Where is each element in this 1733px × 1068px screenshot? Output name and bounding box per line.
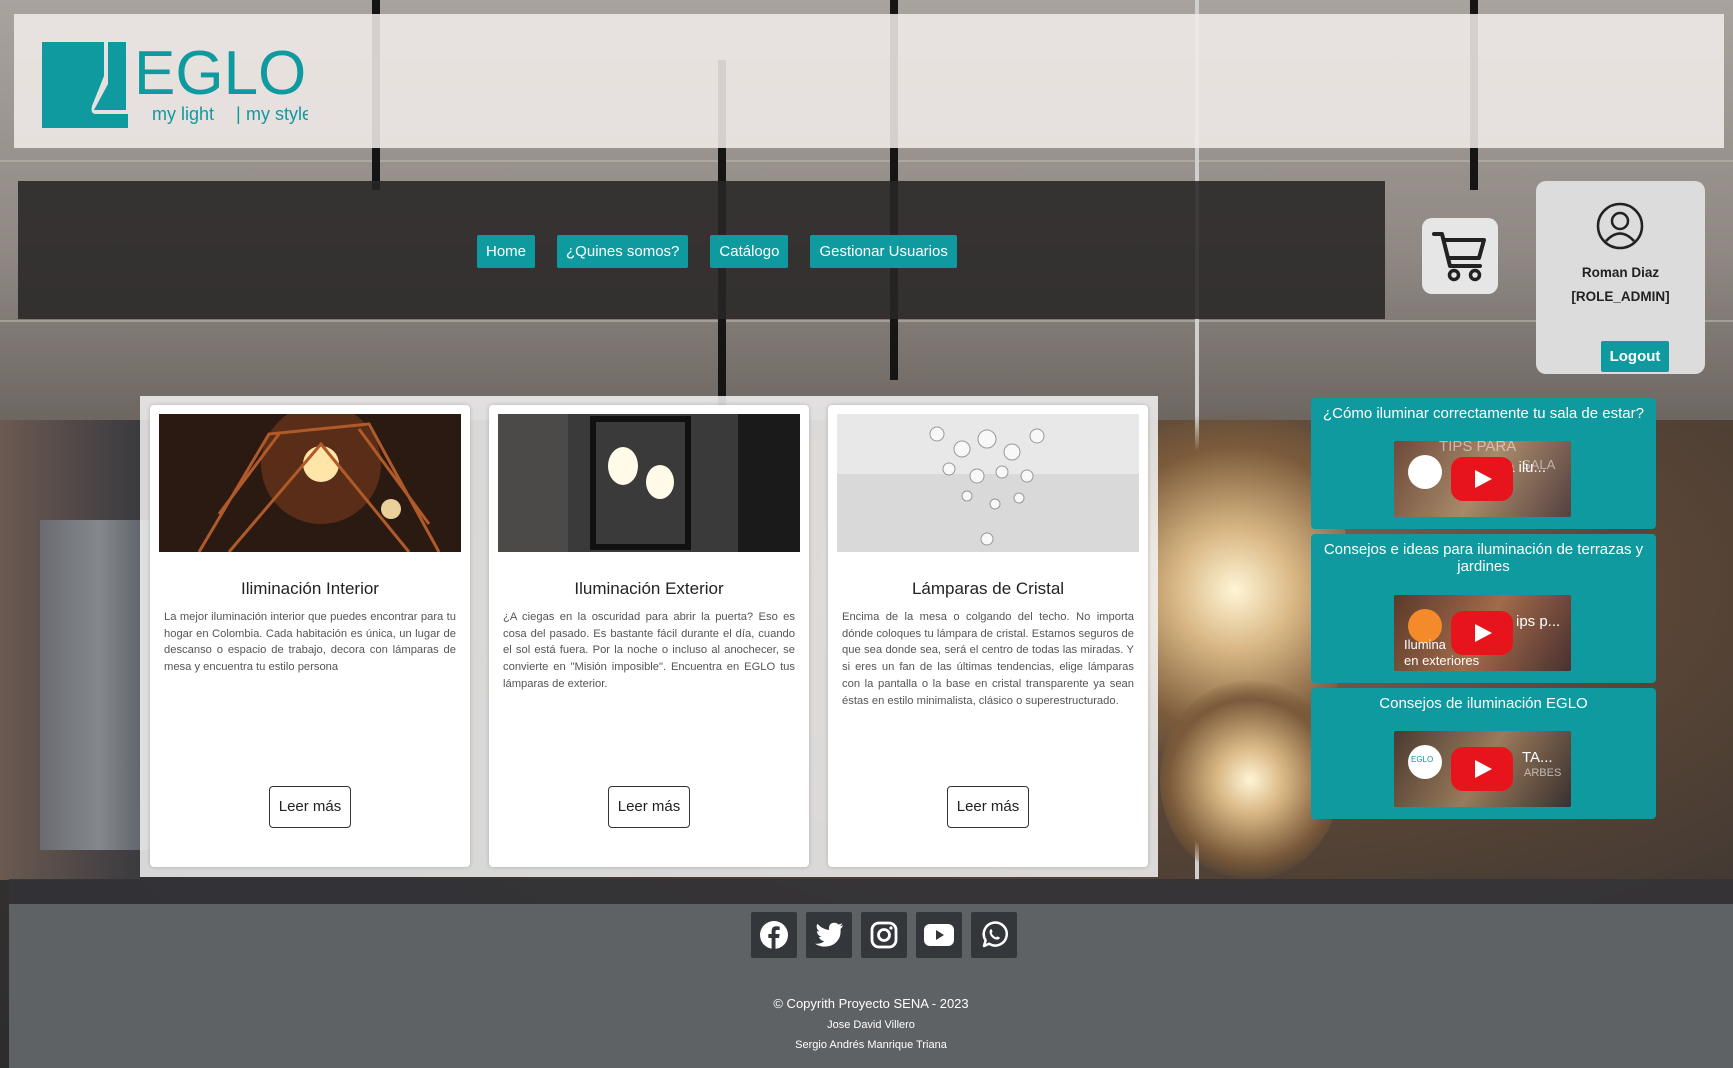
video-box-eglo-tips: Consejos de iluminación EGLO EGLO TA... …	[1311, 688, 1656, 819]
eglo-logo[interactable]: EGLO my light | my style	[38, 28, 312, 128]
read-more-button[interactable]: Leer más	[269, 786, 351, 828]
card-interior: Iliminación Interior La mejor iluminació…	[150, 405, 470, 867]
site-footer: © Copyrith Proyecto SENA - 2023 Jose Dav…	[9, 904, 1733, 1068]
video-title: ¿Cómo iluminar correctamente tu sala de …	[1323, 405, 1644, 422]
youtube-play-icon[interactable]	[1451, 457, 1513, 501]
video-thumbnail[interactable]: ips p... Ilumina en exteriores	[1394, 595, 1571, 671]
card-exterior: Iluminación Exterior ¿A ciegas en la osc…	[489, 405, 809, 867]
card-image-exterior	[498, 414, 800, 552]
social-links	[751, 912, 1017, 958]
logo-tagline-a: my light	[152, 104, 214, 124]
logo-tagline-b: my style	[246, 104, 308, 124]
card-text: Encima de la mesa o colgando del techo. …	[842, 611, 1134, 707]
main-nav: Home ¿Quines somos? Catálogo Gestionar U…	[477, 235, 957, 268]
logo-wordmark: EGLO	[134, 39, 306, 108]
user-avatar-icon	[1596, 202, 1644, 250]
card-crystal: Lámparas de Cristal Encima de la mesa o …	[828, 405, 1148, 867]
logout-button[interactable]: Logout	[1601, 341, 1669, 372]
video-title: Consejos de iluminación EGLO	[1379, 695, 1588, 712]
instagram-icon[interactable]	[861, 912, 907, 958]
youtube-icon[interactable]	[916, 912, 962, 958]
video-box-living-room: ¿Cómo iluminar correctamente tu sala de …	[1311, 398, 1656, 529]
card-title: Iluminación Exterior	[574, 579, 724, 598]
youtube-play-icon[interactable]	[1451, 611, 1513, 655]
card-title: Lámparas de Cristal	[911, 579, 1065, 598]
user-name: Roman Diaz	[1581, 265, 1660, 280]
card-title: Iliminación Interior	[241, 579, 379, 598]
nav-manage-users[interactable]: Gestionar Usuarios	[810, 235, 957, 268]
svg-text:|: |	[236, 104, 241, 124]
video-thumbnail[interactable]: TIPS PARA a ilu... SALA	[1394, 441, 1571, 517]
cart-button[interactable]	[1422, 218, 1498, 294]
author-name: Sergio Andrés Manrique Triana	[795, 1039, 947, 1051]
user-card: Roman Diaz [ROLE_ADMIN] Logout	[1536, 181, 1705, 374]
nav-catalog[interactable]: Catálogo	[710, 235, 789, 268]
video-title: Consejos e ideas para iluminación de ter…	[1323, 541, 1644, 575]
video-box-terraces: Consejos e ideas para iluminación de ter…	[1311, 534, 1656, 683]
card-text: ¿A ciegas en la oscuridad para abrir la …	[503, 611, 795, 690]
read-more-button[interactable]: Leer más	[608, 786, 690, 828]
read-more-button[interactable]: Leer más	[947, 786, 1029, 828]
youtube-play-icon[interactable]	[1451, 747, 1513, 791]
channel-logo-icon	[1408, 455, 1442, 489]
footer-band	[9, 879, 1733, 904]
nav-home[interactable]: Home	[477, 235, 536, 268]
video-thumbnail[interactable]: EGLO TA... ARBES	[1394, 731, 1571, 807]
twitter-icon[interactable]	[806, 912, 852, 958]
nav-about[interactable]: ¿Quines somos?	[557, 235, 689, 268]
card-image-crystal	[837, 414, 1139, 552]
copyright-text: © Copyrith Proyecto SENA - 2023	[773, 996, 969, 1011]
shopping-cart-icon	[1432, 232, 1486, 282]
card-image-interior	[159, 414, 461, 552]
user-role: [ROLE_ADMIN]	[1571, 289, 1670, 304]
site-header: EGLO my light | my style	[14, 14, 1724, 148]
author-name: Jose David Villero	[827, 1019, 915, 1031]
facebook-icon[interactable]	[751, 912, 797, 958]
card-text: La mejor iluminación interior que puedes…	[164, 611, 456, 674]
whatsapp-icon[interactable]	[971, 912, 1017, 958]
